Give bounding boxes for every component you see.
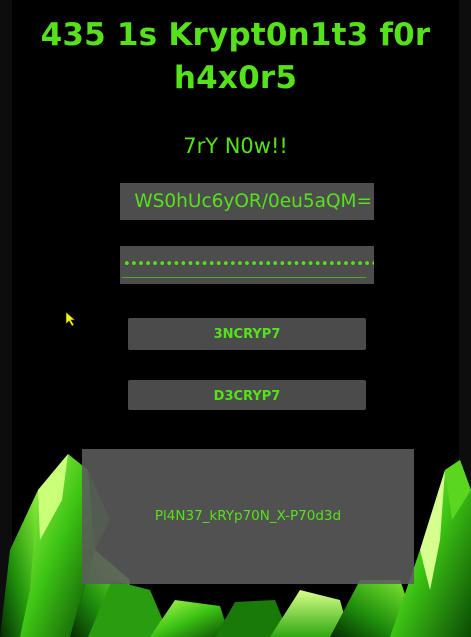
title-line-2: h4x0r5: [173, 60, 298, 96]
password-input-underline: [122, 277, 366, 278]
output-text: Pl4N37_kRYp70N_X-P70d3d: [154, 508, 342, 524]
app-screen: 435 1s Krypt0n1t3 f0r h4x0r5 7rY N0w!! W…: [0, 0, 471, 637]
password-input-value: ••••••••••••••••••••••••••••••••••••••••…: [123, 257, 374, 272]
title-line-1: 435 1s Krypt0n1t3 f0r: [40, 17, 431, 53]
password-input[interactable]: ••••••••••••••••••••••••••••••••••••••••…: [120, 246, 374, 284]
key-input-value: WS0hUc6yOR/0eu5aQM=: [134, 191, 372, 212]
page-title: 435 1s Krypt0n1t3 f0r h4x0r5: [0, 14, 471, 100]
key-input[interactable]: WS0hUc6yOR/0eu5aQM=: [120, 183, 374, 220]
output-text-area[interactable]: Pl4N37_kRYp70N_X-P70d3d: [82, 449, 414, 584]
encrypt-button[interactable]: 3NCRYP7: [128, 318, 366, 350]
decrypt-button[interactable]: D3CRYP7: [128, 380, 366, 410]
cursor-arrow-icon: [65, 311, 76, 327]
subtitle: 7rY N0w!!: [183, 134, 288, 158]
